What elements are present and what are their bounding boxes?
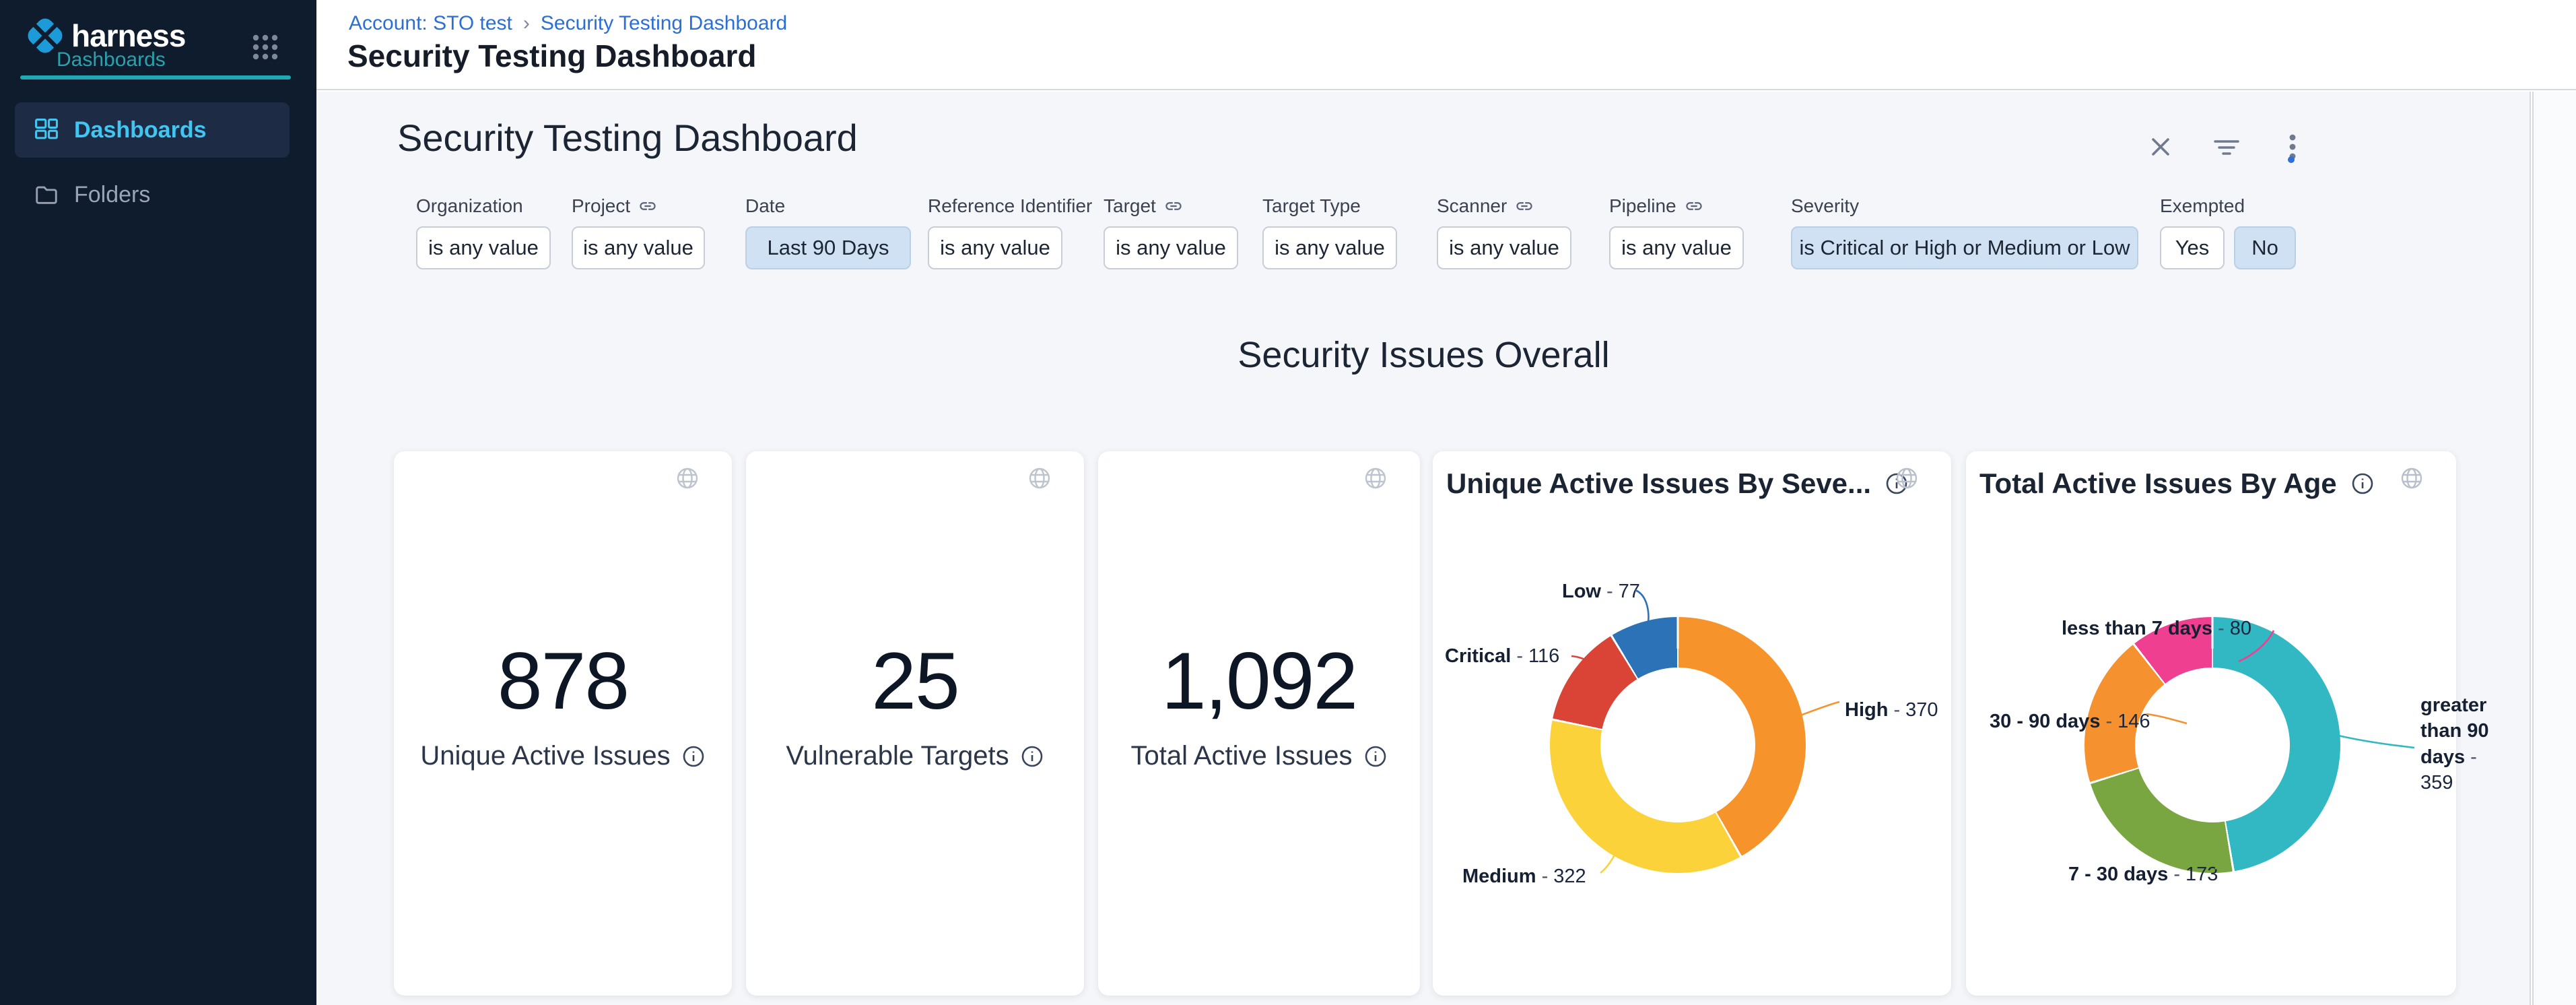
- tile-label: Vulnerable Targets: [746, 741, 1084, 771]
- filter-label: Severity: [1791, 194, 2138, 218]
- tile-label: Unique Active Issues: [394, 741, 732, 771]
- breadcrumb: Account: STO test › Security Testing Das…: [349, 12, 787, 35]
- filter-label: Pipeline: [1609, 194, 1744, 218]
- tile-vulnerable-targets: 25 Vulnerable Targets: [746, 451, 1084, 996]
- info-icon[interactable]: [2350, 472, 2375, 496]
- section-title: Security Issues Overall: [316, 334, 2531, 376]
- slice-label-medium: Medium-322: [1462, 866, 1586, 888]
- slice-label-30-90-days: 30 - 90 days-146: [1990, 711, 2150, 733]
- globe-icon: [2400, 466, 2424, 490]
- sidebar-item-label: Folders: [74, 182, 150, 208]
- dashboards-icon: [34, 117, 59, 143]
- callout-line-high: [1798, 698, 1843, 719]
- filter-label: Scanner: [1437, 194, 1571, 218]
- tile-value: 878: [394, 635, 732, 727]
- filters-button[interactable]: [2212, 132, 2241, 162]
- filter-target-value[interactable]: is any value: [1104, 226, 1238, 269]
- filter-label: Target Type: [1262, 194, 1397, 218]
- breadcrumb-current-link[interactable]: Security Testing Dashboard: [541, 12, 787, 35]
- donut-hole: [2135, 668, 2290, 822]
- filter-exempted: Exempted Yes No: [2160, 194, 2296, 269]
- tile-value: 1,092: [1098, 635, 1420, 727]
- filter-target-type: Target Type is any value: [1262, 194, 1397, 269]
- info-icon[interactable]: [1020, 744, 1044, 769]
- filter-pipeline-value[interactable]: is any value: [1609, 226, 1744, 269]
- chart-total-active-issues-by-age: Total Active Issues By Age less than 7 d…: [1966, 451, 2456, 996]
- filter-exempted-yes[interactable]: Yes: [2160, 226, 2225, 269]
- chart-unique-active-issues-by-severity: Unique Active Issues By Seve... Low-77 C…: [1433, 451, 1951, 996]
- donut-chart-severity[interactable]: [1550, 617, 1806, 873]
- filter-date: Date Last 90 Days: [745, 194, 911, 269]
- tile-unique-active-issues: 878 Unique Active Issues: [394, 451, 732, 996]
- link-icon: [1515, 197, 1534, 216]
- donut-chart-age[interactable]: [2084, 617, 2340, 873]
- filter-label: Target: [1104, 194, 1238, 218]
- module-accent-bar: [20, 75, 291, 79]
- link-icon: [1685, 197, 1703, 216]
- sidebar-item-dashboards[interactable]: Dashboards: [15, 102, 290, 158]
- filter-label: Exempted: [2160, 194, 2296, 218]
- folder-icon: [34, 182, 59, 207]
- breadcrumb-account-link[interactable]: Account: STO test: [349, 12, 512, 35]
- filter-target-type-value[interactable]: is any value: [1262, 226, 1397, 269]
- donut-hole: [1600, 668, 1755, 822]
- sidebar: harness Dashboards Dashboards Folders: [0, 0, 316, 1005]
- filter-scanner: Scanner is any value: [1437, 194, 1571, 269]
- module-name: Dashboards: [57, 48, 166, 71]
- filter-reference-identifier: Reference Identifier is any value: [928, 194, 1092, 269]
- close-button[interactable]: [2146, 132, 2175, 162]
- tile-total-active-issues: 1,092 Total Active Issues: [1098, 451, 1420, 996]
- tile-value: 25: [746, 635, 1084, 727]
- close-icon: [2147, 133, 2174, 160]
- callout-line-greater-than-90-days: [2335, 729, 2419, 756]
- filter-reference-identifier-value[interactable]: is any value: [928, 226, 1062, 269]
- cursor-dot: [2288, 156, 2295, 163]
- app-grid-icon[interactable]: [250, 32, 280, 62]
- filter-project-value[interactable]: is any value: [572, 226, 705, 269]
- filter-organization-value[interactable]: is any value: [416, 226, 551, 269]
- slice-label-7-30-days: 7 - 30 days-173: [2068, 864, 2218, 886]
- sidebar-item-folders[interactable]: Folders: [15, 167, 290, 222]
- globe-icon: [1895, 466, 1919, 490]
- info-icon[interactable]: [1363, 744, 1388, 769]
- sidebar-item-label: Dashboards: [74, 117, 207, 143]
- filter-target: Target is any value: [1104, 194, 1238, 269]
- filter-exempted-no[interactable]: No: [2234, 226, 2296, 269]
- globe-icon: [675, 466, 700, 490]
- slice-label-less-than-7-days: less than 7 days-80: [2062, 618, 2251, 640]
- filter-pipeline: Pipeline is any value: [1609, 194, 1744, 269]
- globe-icon: [1363, 466, 1388, 490]
- filter-date-value[interactable]: Last 90 Days: [745, 226, 911, 269]
- filter-scanner-value[interactable]: is any value: [1437, 226, 1571, 269]
- filter-label: Organization: [416, 194, 551, 218]
- filter-label: Date: [745, 194, 911, 218]
- link-icon: [638, 197, 657, 216]
- tile-label: Total Active Issues: [1098, 741, 1420, 771]
- dashboard-title: Security Testing Dashboard: [397, 116, 858, 160]
- top-header: Account: STO test › Security Testing Das…: [316, 0, 2576, 90]
- page-title: Security Testing Dashboard: [347, 38, 757, 74]
- breadcrumb-chevron-icon: ›: [523, 12, 530, 35]
- dashboard-panel: Security Testing Dashboard: [316, 92, 2531, 1005]
- slice-label-high: High-370: [1845, 699, 1938, 721]
- filter-severity-value[interactable]: is Critical or High or Medium or Low: [1791, 226, 2138, 269]
- filter-severity: Severity is Critical or High or Medium o…: [1791, 194, 2138, 269]
- chart-title: Unique Active Issues By Seve...: [1446, 467, 1909, 500]
- chart-title: Total Active Issues By Age: [1979, 467, 2375, 500]
- slice-label-greater-than-90-days: greater than 90 days-359: [2420, 692, 2500, 796]
- info-icon[interactable]: [681, 744, 706, 769]
- link-icon: [1164, 197, 1183, 216]
- slice-label-critical: Critical-116: [1445, 645, 1559, 668]
- filter-label: Reference Identifier: [928, 194, 1092, 218]
- scroll-gutter[interactable]: [2532, 92, 2576, 1005]
- filter-icon: [2212, 133, 2241, 160]
- filter-organization: Organization is any value: [416, 194, 551, 269]
- globe-icon: [1027, 466, 1052, 490]
- slice-label-low: Low-77: [1562, 581, 1640, 603]
- filter-project: Project is any value: [572, 194, 705, 269]
- filter-label: Project: [572, 194, 705, 218]
